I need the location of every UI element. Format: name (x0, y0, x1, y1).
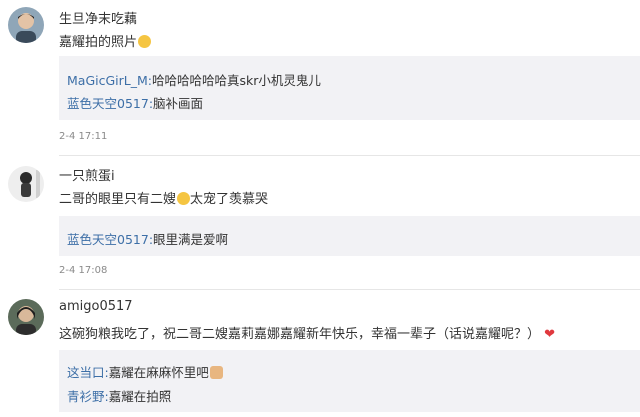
comment-username[interactable]: amigo0517 (59, 299, 133, 314)
reply-text: 眼里满是爱啊 (153, 232, 229, 247)
dog-emoji-icon (209, 366, 223, 379)
timestamp: 2-4 17:11 (59, 131, 108, 142)
reply-text: 嘉耀在拍照 (108, 389, 172, 404)
reply-text: 哈哈哈哈哈哈真skr小机灵鬼儿 (152, 73, 321, 88)
reply-username[interactable]: 这当口 (67, 365, 105, 380)
crying-laugh-emoji-icon (177, 192, 191, 205)
reply-box: 蓝色天空0517:眼里满是爱啊 (59, 216, 640, 256)
comment-text-before: 二哥的眼里只有二嫂 (59, 192, 177, 207)
reply-username[interactable]: MaGicGirL_M (67, 73, 148, 88)
comment-text: 这碗狗粮我吃了，祝二哥二嫂嘉莉嘉娜嘉耀新年快乐，幸福一辈子（话说嘉耀呢？） ❤ (59, 323, 555, 342)
reply-text: 嘉耀在麻麻怀里吧 (108, 365, 209, 380)
heart-emoji-icon: ❤ (544, 327, 556, 342)
reply-username[interactable]: 青衫野 (67, 389, 105, 404)
timestamp: 2-4 17:08 (59, 265, 108, 276)
comment-item: 一只煎蛋i 二哥的眼里只有二嫂 太宠了羡慕哭 蓝色天空0517:眼里满是爱啊 2-… (0, 156, 640, 286)
reply-item: MaGicGirL_M:哈哈哈哈哈哈真skr小机灵鬼儿 (67, 70, 321, 89)
reply-username[interactable]: 蓝色天空0517 (67, 96, 149, 111)
reply-box: MaGicGirL_M:哈哈哈哈哈哈真skr小机灵鬼儿 蓝色天空0517:脑补画… (59, 56, 640, 120)
reply-item: 这当口:嘉耀在麻麻怀里吧 (67, 362, 223, 381)
avatar[interactable] (8, 7, 44, 43)
comment-text-content: 嘉耀拍的照片 (59, 35, 138, 50)
reply-item: 蓝色天空0517:眼里满是爱啊 (67, 229, 228, 248)
reply-username[interactable]: 蓝色天空0517 (67, 232, 149, 247)
comment-text: 嘉耀拍的照片 (59, 31, 152, 50)
avatar[interactable] (8, 166, 44, 202)
comment-text-content: 这碗狗粮我吃了，祝二哥二嫂嘉莉嘉娜嘉耀新年快乐，幸福一辈子（话说嘉耀呢？） (59, 327, 541, 342)
grin-emoji-icon (138, 35, 152, 48)
comment-username[interactable]: 生旦净末吃藕 (59, 8, 137, 27)
comment-username[interactable]: 一只煎蛋i (59, 165, 115, 184)
reply-box: 这当口:嘉耀在麻麻怀里吧 青衫野:嘉耀在拍照 (59, 350, 640, 412)
comment-item: amigo0517 这碗狗粮我吃了，祝二哥二嫂嘉莉嘉娜嘉耀新年快乐，幸福一辈子（… (0, 290, 640, 417)
comment-item: 生旦净末吃藕 嘉耀拍的照片 MaGicGirL_M:哈哈哈哈哈哈真skr小机灵鬼… (0, 0, 640, 150)
avatar[interactable] (8, 299, 44, 335)
reply-text: 脑补画面 (153, 96, 204, 111)
comment-text-after: 太宠了羡慕哭 (190, 192, 269, 207)
comment-text: 二哥的眼里只有二嫂 太宠了羡慕哭 (59, 188, 268, 207)
reply-item: 青衫野:嘉耀在拍照 (67, 386, 171, 405)
reply-item: 蓝色天空0517:脑补画面 (67, 93, 203, 112)
